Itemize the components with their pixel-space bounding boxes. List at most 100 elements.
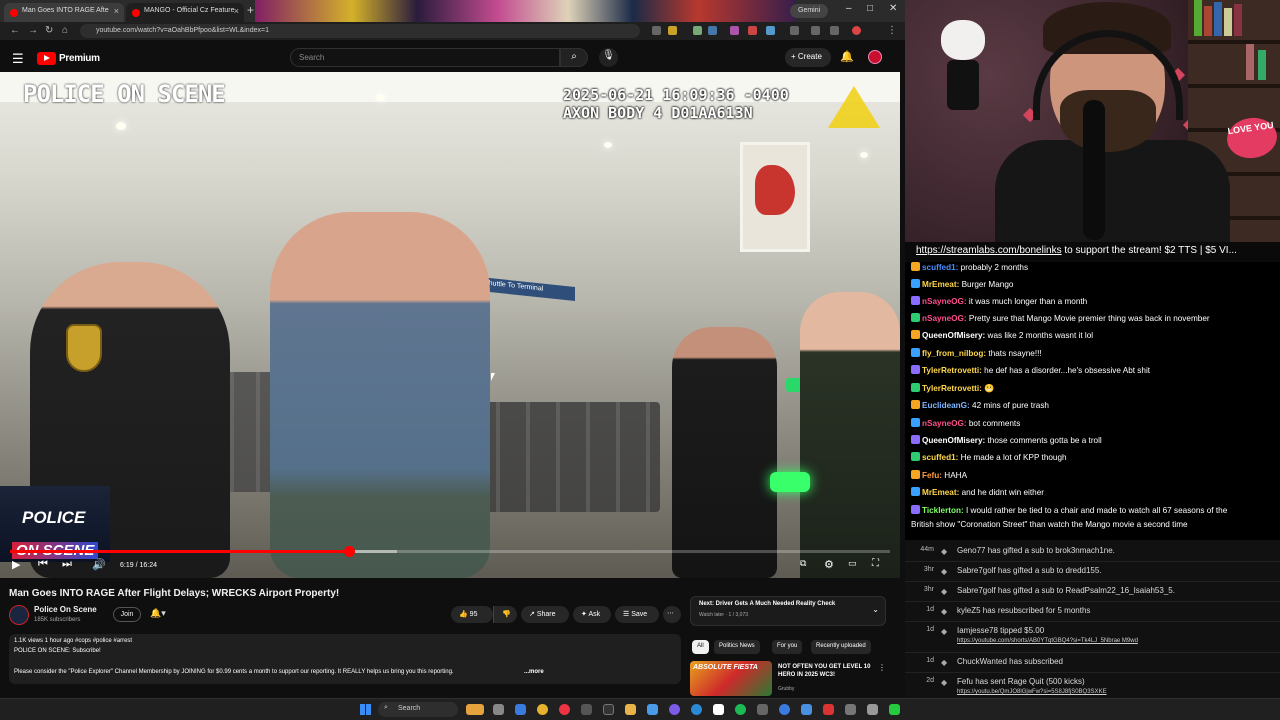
- banner-link[interactable]: https://streamlabs.com/bonelinks: [916, 245, 1062, 256]
- dislike-icon[interactable]: 👎: [493, 606, 517, 623]
- share-button[interactable]: ↗ Share: [521, 606, 569, 623]
- chat-username[interactable]: TylerRetrovetti:: [922, 384, 982, 393]
- event-row[interactable]: 1d ◆ kyleZ5 has resubscribed for 5 months: [905, 603, 1280, 622]
- ask-button[interactable]: ✦ Ask: [573, 606, 611, 623]
- widgets-icon[interactable]: [466, 704, 484, 715]
- description-box[interactable]: 1.1K views 1 hour ago #cops #police #arr…: [9, 634, 681, 684]
- close-icon[interactable]: ×: [114, 6, 119, 16]
- url-field[interactable]: youtube.com/watch?v=aOahBbPfpoo&list=WL&…: [80, 24, 640, 38]
- app-icon[interactable]: [757, 704, 768, 715]
- app-icon[interactable]: [691, 704, 702, 715]
- chip-recently-uploaded[interactable]: Recently uploaded: [811, 640, 871, 654]
- reload-icon[interactable]: ↻: [45, 25, 53, 36]
- chat-username[interactable]: fly_from_nilbog:: [922, 349, 986, 358]
- next-icon[interactable]: ⏭: [62, 558, 72, 571]
- new-tab-button[interactable]: +: [247, 3, 254, 17]
- more-actions-icon[interactable]: ⋯: [663, 606, 681, 623]
- puzzle-icon[interactable]: [790, 26, 799, 35]
- avatar[interactable]: [868, 50, 882, 64]
- app-icon[interactable]: [845, 704, 856, 715]
- forward-icon[interactable]: →: [28, 25, 38, 36]
- chat-username[interactable]: EuclideanG:: [922, 401, 970, 410]
- minimize-icon[interactable]: –: [846, 3, 852, 14]
- chip-all[interactable]: All: [692, 640, 709, 654]
- maximize-icon[interactable]: □: [867, 3, 873, 14]
- extension-icon[interactable]: [766, 26, 775, 35]
- event-row[interactable]: 44m ◆ Geno77 has gifted a sub to brok3nmac…: [905, 543, 1280, 562]
- chat-username[interactable]: Ticklerton:: [922, 506, 964, 515]
- task-view-icon[interactable]: [493, 704, 504, 715]
- edge-icon[interactable]: [515, 704, 526, 715]
- chat-username[interactable]: TylerRetrovetti:: [922, 366, 982, 375]
- event-link[interactable]: https://youtube.com/shorts/AB0YTqtGBQ4?s…: [957, 638, 1138, 644]
- app-icon[interactable]: [823, 704, 834, 715]
- extension-icon[interactable]: [652, 26, 661, 35]
- chat-username[interactable]: scuffed1:: [922, 453, 958, 462]
- previous-icon[interactable]: ⏮: [38, 558, 48, 571]
- event-row[interactable]: 3hr ◆ Sabre7golf has gifted a sub to dredd…: [905, 563, 1280, 582]
- chat-username[interactable]: MrEmeat:: [922, 488, 959, 497]
- windows-start-icon[interactable]: [360, 704, 371, 715]
- youtube-logo[interactable]: Premium: [37, 51, 100, 65]
- event-link[interactable]: https://youtu.be/QmJO8lGjwFw?si=5S8J8fjS…: [957, 689, 1107, 695]
- app-icon[interactable]: [867, 704, 878, 715]
- chrome-profile-icon[interactable]: [559, 704, 570, 715]
- event-row[interactable]: 1d ◆ Iamjesse78 tipped $5.00 https://youtub…: [905, 623, 1280, 653]
- more-options-icon[interactable]: ⋮: [878, 663, 886, 672]
- home-icon[interactable]: ⌂: [62, 25, 68, 36]
- close-window-icon[interactable]: ✕: [889, 3, 897, 14]
- star-icon[interactable]: [668, 26, 677, 35]
- fullscreen-icon[interactable]: ⛶: [872, 558, 879, 569]
- show-more-link[interactable]: ...more: [524, 669, 544, 675]
- extension-icon[interactable]: [748, 26, 757, 35]
- app-icon[interactable]: [647, 704, 658, 715]
- tab-mango[interactable]: MANGO - Official Cz Feature ×: [126, 3, 244, 22]
- chat-username[interactable]: nSayneOG:: [922, 419, 967, 428]
- event-row[interactable]: 2d ◆ Fefu has sent Rage Quit (500 kicks) ht…: [905, 674, 1280, 698]
- search-icon[interactable]: ⌕: [560, 48, 588, 67]
- app-icon[interactable]: [669, 704, 680, 715]
- chat-username[interactable]: Fefu:: [922, 471, 942, 480]
- search-input[interactable]: Search: [290, 48, 560, 67]
- extension-icon[interactable]: [730, 26, 739, 35]
- sidepanel-icon[interactable]: [830, 26, 839, 35]
- folder-icon[interactable]: [625, 704, 636, 715]
- channel-name[interactable]: Police On Scene: [34, 605, 97, 614]
- captions-icon[interactable]: ⧉: [800, 558, 806, 569]
- chevron-down-icon[interactable]: ⌄: [872, 605, 879, 614]
- gemini-button[interactable]: Gemini: [790, 4, 828, 18]
- extension-icon[interactable]: [708, 26, 717, 35]
- chat-username[interactable]: nSayneOG:: [922, 314, 967, 323]
- app-icon[interactable]: [889, 704, 900, 715]
- recommended-video[interactable]: ABSOLUTE FIESTA NOT OFTEN YOU GET LEVEL …: [690, 661, 886, 696]
- chat-username[interactable]: MrEmeat:: [922, 280, 959, 289]
- event-row[interactable]: 1d ◆ ChuckWanted has subscribed: [905, 654, 1280, 673]
- chat-username[interactable]: scuffed1:: [922, 263, 958, 272]
- channel-avatar[interactable]: [9, 605, 29, 625]
- like-button[interactable]: 👍 95: [451, 606, 493, 623]
- subscribe-bell-icon[interactable]: 🔔▾: [150, 608, 166, 619]
- video-player[interactable]: Shuttle To Terminal POLICE ON SCENE 2025…: [0, 72, 900, 578]
- profile-icon[interactable]: [852, 26, 861, 35]
- app-icon[interactable]: [603, 704, 614, 715]
- join-button[interactable]: Join: [113, 607, 141, 622]
- chat-username[interactable]: QueenOfMisery:: [922, 331, 985, 340]
- app-icon[interactable]: [581, 704, 592, 715]
- app-icon[interactable]: [801, 704, 812, 715]
- hamburger-menu-icon[interactable]: ☰: [12, 51, 24, 67]
- notifications-bell-icon[interactable]: 🔔: [840, 50, 854, 63]
- next-video-card[interactable]: Next: Driver Gets A Much Needed Reality …: [690, 596, 886, 626]
- back-icon[interactable]: ←: [10, 25, 20, 36]
- download-icon[interactable]: [811, 26, 820, 35]
- settings-gear-icon[interactable]: ⚙: [824, 558, 834, 571]
- menu-dots-icon[interactable]: ⋮: [887, 25, 897, 36]
- extension-icon[interactable]: [693, 26, 702, 35]
- miniplayer-icon[interactable]: ▭: [848, 558, 857, 569]
- video-thumbnail[interactable]: ABSOLUTE FIESTA: [690, 661, 772, 696]
- scrubber-handle[interactable]: [343, 546, 355, 557]
- save-button[interactable]: ☰ Save: [615, 606, 659, 623]
- create-button[interactable]: + Create: [785, 48, 831, 67]
- taskbar-search[interactable]: ⌕ Search: [378, 702, 458, 717]
- chrome-icon[interactable]: [537, 704, 548, 715]
- chat-username[interactable]: QueenOfMisery:: [922, 436, 985, 445]
